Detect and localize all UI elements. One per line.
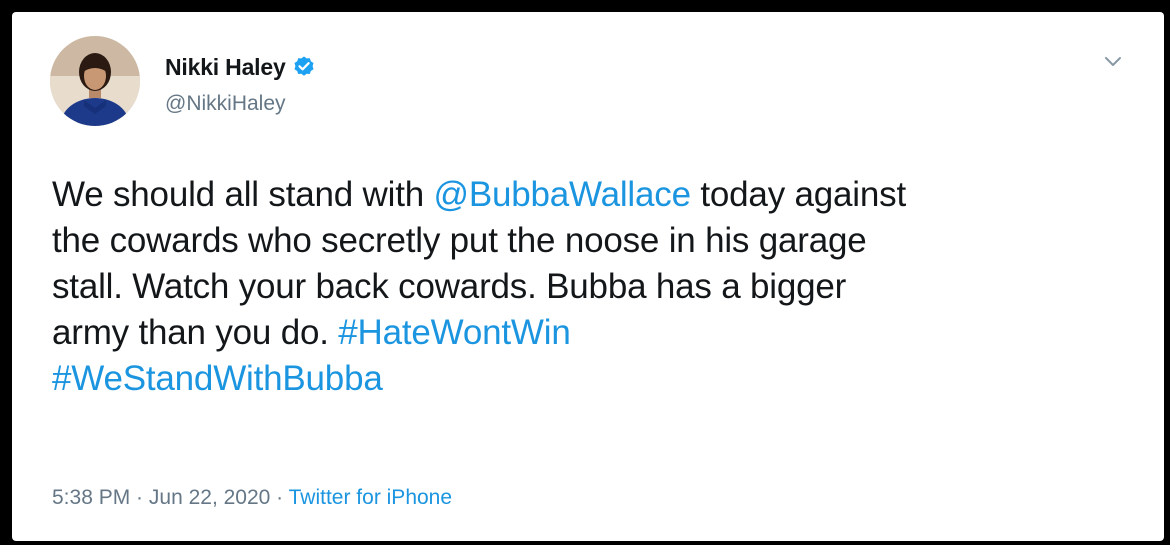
verified-badge-icon [294, 56, 314, 76]
tweet-line-5: #WeStandWithBubba [52, 356, 1137, 402]
tweet-line-2: the cowards who secretly put the noose i… [52, 221, 867, 260]
author-handle[interactable]: @NikkiHaley [165, 92, 286, 116]
meta-separator: · [270, 486, 289, 509]
tweet-card: Nikki Haley @NikkiHaley We should all st… [12, 12, 1164, 541]
tweet-time[interactable]: 5:38 PM [52, 486, 130, 509]
hashtag-link[interactable]: #HateWontWin [338, 313, 571, 352]
hashtag-link[interactable]: #WeStandWithBubba [52, 359, 383, 398]
mention-link[interactable]: @BubbaWallace [434, 175, 692, 214]
tweet-line-4: army than you do. #HateWontWin [52, 310, 1137, 356]
tweet-text-segment: We should all stand with [52, 175, 434, 214]
tweet-date[interactable]: Jun 22, 2020 [149, 486, 270, 509]
meta-separator: · [130, 486, 149, 509]
screenshot-frame: Nikki Haley @NikkiHaley We should all st… [0, 0, 1170, 545]
tweet-text: We should all stand with @BubbaWallace t… [52, 172, 1137, 402]
avatar[interactable] [50, 36, 140, 126]
author-name-row[interactable]: Nikki Haley [165, 52, 316, 82]
tweet-text-segment: army than you do. [52, 313, 339, 352]
avatar-image [50, 36, 140, 126]
author-display-name[interactable]: Nikki Haley [165, 54, 286, 81]
tweet-meta: 5:38 PM · Jun 22, 2020 · Twitter for iPh… [52, 486, 452, 510]
tweet-line-1: We should all stand with @BubbaWallace t… [52, 172, 1137, 218]
tweet-line-3: stall. Watch your back cowards. Bubba ha… [52, 267, 847, 306]
tweet-text-segment: today against [690, 175, 906, 214]
tweet-source-link[interactable]: Twitter for iPhone [289, 486, 452, 509]
chevron-down-icon[interactable] [1102, 50, 1124, 72]
